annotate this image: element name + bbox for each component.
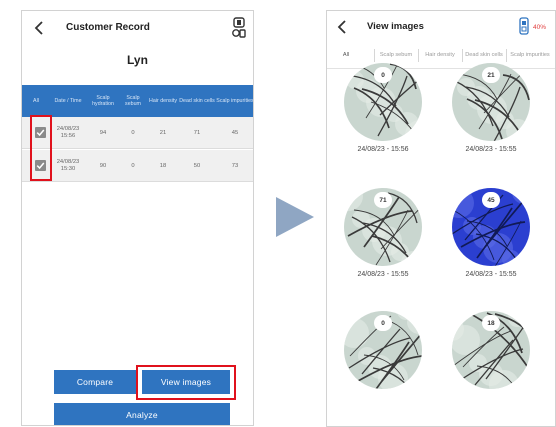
compare-button[interactable]: Compare [54,370,136,394]
cell-dead-skin: 71 [193,129,201,136]
cell-dead-skin: 50 [193,162,201,169]
cell-sebum: 0 [131,162,135,169]
column-header-date: Date / Time [54,97,82,104]
header-bar: Customer Record [22,11,253,45]
score-badge: 45 [482,192,500,208]
score-badge: 21 [482,67,500,83]
score-badge: 71 [374,192,392,208]
next-step-arrow-icon [276,197,314,237]
customer-record-screen: Customer Record Lyn All Date / Time Scal… [21,10,254,426]
image-timestamp: 24/08/23 - 15:55 [357,271,409,278]
checkbox-highlight [30,115,52,181]
table-row[interactable]: 24/08/23 15:56 94 0 21 71 45 [22,117,253,149]
column-header-dead-skin: Dead skin cells [179,97,215,104]
analyze-button[interactable]: Analyze [54,403,230,425]
page-title: Customer Record [66,22,150,33]
customer-name: Lyn [127,53,148,67]
column-header-hydration: Scalp hydration [92,94,114,108]
cell-impurities: 45 [231,129,239,136]
image-timestamp: 24/08/23 - 15:55 [465,271,517,278]
score-badge: 0 [374,315,392,331]
score-badge: 0 [374,67,392,83]
device-icon[interactable] [231,17,247,39]
cell-hydration: 94 [99,129,107,136]
cell-sebum: 0 [131,129,135,136]
page-title: View images [367,21,424,32]
row-datetime: 24/08/23 15:56 [56,126,80,139]
tutorial-figure: Customer Record Lyn All Date / Time Scal… [0,0,556,427]
row-datetime: 24/08/23 15:30 [56,159,80,172]
back-arrow-icon[interactable] [335,19,351,35]
cell-density: 18 [159,162,167,169]
image-timestamp: 24/08/23 - 15:56 [357,146,409,153]
cell-density: 21 [159,129,167,136]
battery-percent: 40% [533,24,547,31]
view-images-highlight [136,365,236,400]
column-header-sebum: Scalp sebum [125,94,141,108]
cell-hydration: 90 [99,162,107,169]
table-header: All Date / Time Scalp hydration Scalp se… [22,85,253,117]
view-images-screen: View images 40% All Scalp sebum Hair den… [326,10,556,427]
column-header-all[interactable]: All [24,85,48,117]
score-badge: 18 [482,315,500,331]
cell-impurities: 73 [231,162,239,169]
back-arrow-icon[interactable] [32,20,48,36]
image-timestamp: 24/08/23 - 15:55 [465,146,517,153]
table-row[interactable]: 24/08/23 15:30 90 0 18 50 73 [22,150,253,182]
column-header-density: Hair density [149,97,177,104]
column-header-impurities: Scalp impurities [216,97,254,104]
device-battery-icon [519,17,529,35]
